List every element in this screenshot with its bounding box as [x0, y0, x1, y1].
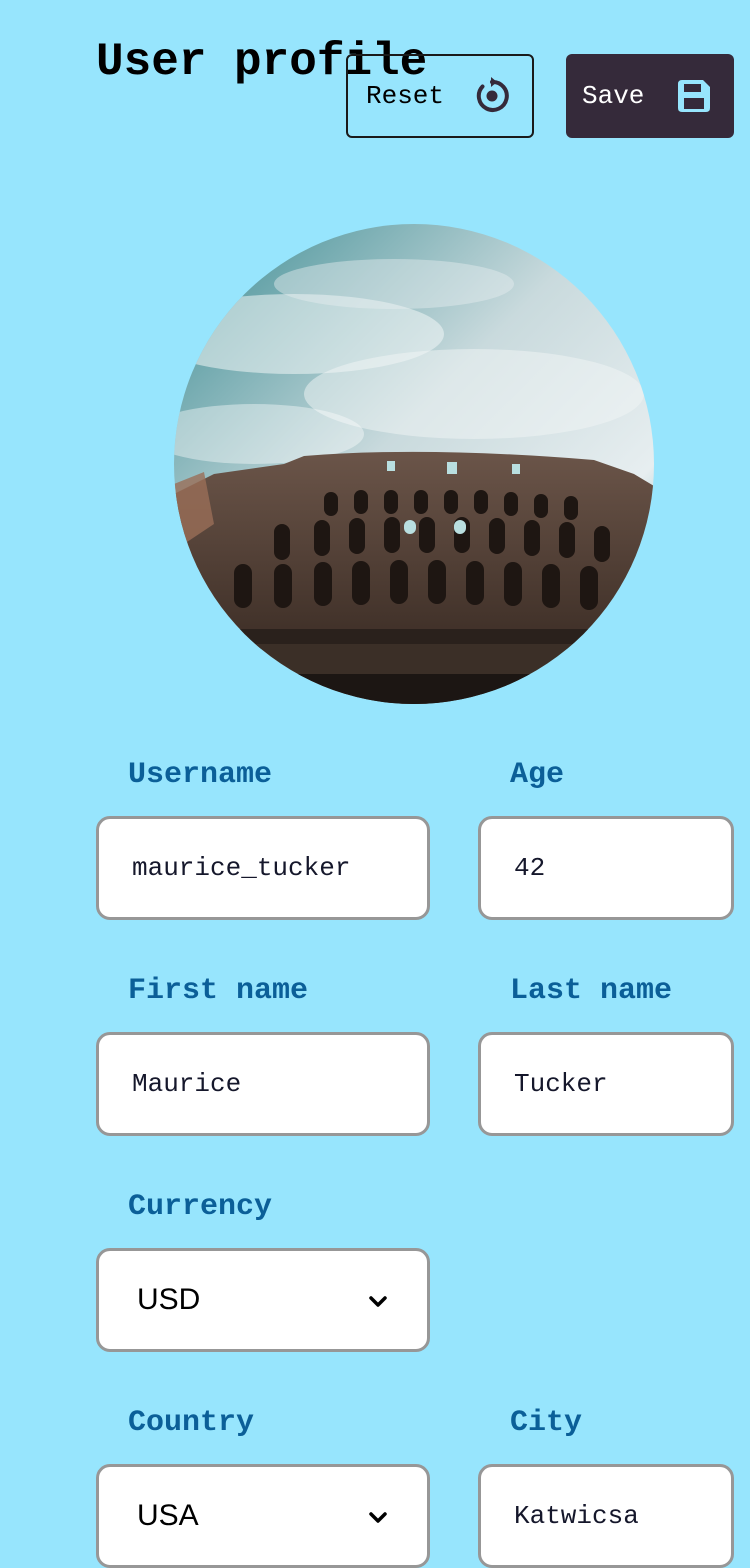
chevron-down-icon	[367, 1499, 389, 1533]
city-label: City	[510, 1406, 583, 1440]
age-value: 42	[514, 853, 546, 883]
floppy-disk-icon	[674, 76, 714, 116]
first-name-field[interactable]: Maurice	[96, 1032, 430, 1136]
currency-label: Currency	[128, 1190, 273, 1224]
reset-button-label: Reset	[366, 81, 445, 111]
city-field[interactable]: Katwicsa	[478, 1464, 734, 1568]
last-name-field[interactable]: Tucker	[478, 1032, 734, 1136]
currency-value: USD	[137, 1283, 201, 1316]
save-button[interactable]: Save	[566, 54, 734, 138]
currency-select[interactable]: USD	[96, 1248, 430, 1352]
save-button-label: Save	[582, 81, 645, 111]
country-label: Country	[128, 1406, 255, 1440]
username-label: Username	[128, 758, 273, 792]
last-name-label: Last name	[510, 974, 673, 1008]
first-name-label: First name	[128, 974, 309, 1008]
reset-button[interactable]: Reset	[346, 54, 534, 138]
username-field[interactable]: maurice_tucker	[96, 816, 430, 920]
city-value: Katwicsa	[514, 1501, 639, 1531]
chevron-down-icon	[367, 1283, 389, 1317]
country-select[interactable]: USA	[96, 1464, 430, 1568]
first-name-value: Maurice	[132, 1069, 242, 1099]
age-field[interactable]: 42	[478, 816, 734, 920]
reset-icon	[472, 76, 512, 116]
last-name-value: Tucker	[514, 1069, 608, 1099]
age-label: Age	[510, 758, 565, 792]
profile-avatar	[174, 224, 654, 704]
username-value: maurice_tucker	[132, 853, 351, 883]
country-value: USA	[137, 1499, 199, 1532]
